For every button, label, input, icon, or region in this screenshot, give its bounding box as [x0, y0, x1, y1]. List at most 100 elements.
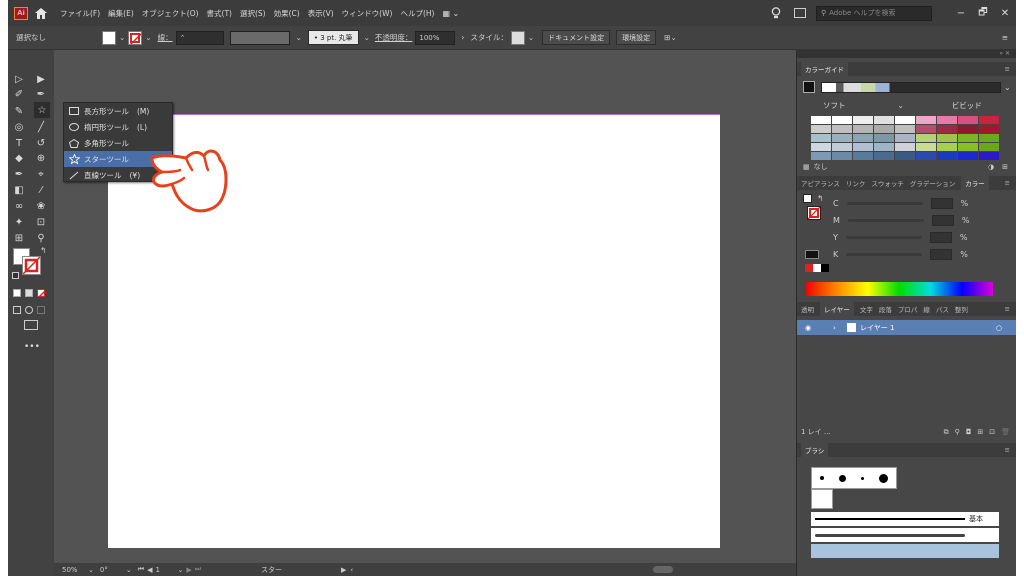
swap-colors-icon[interactable]: ↰ — [817, 194, 824, 203]
tab-stroke[interactable]: 線 — [923, 304, 930, 314]
workspace-switcher[interactable]: ▦ ⌄ — [442, 9, 459, 18]
flyout-ellipse-tool[interactable]: 楕円形ツール (L) — [64, 119, 172, 135]
close-button[interactable]: ✕ — [994, 8, 1016, 19]
current-tool-status[interactable]: スター — [261, 565, 341, 575]
variable-width-dropdown[interactable] — [229, 30, 290, 45]
star-tool-icon[interactable]: ☆ — [34, 102, 50, 118]
opacity-field[interactable]: 100% — [415, 30, 456, 45]
layer-name[interactable]: レイヤー 1 — [860, 323, 894, 333]
tab-brushes[interactable]: ブラシ — [801, 443, 829, 457]
color-fill-swatch[interactable] — [803, 194, 812, 203]
channel-slider[interactable] — [845, 236, 922, 239]
eyedropper-tool-icon[interactable]: ✒ — [12, 167, 26, 181]
tab-transparency[interactable]: 透明 — [801, 304, 814, 314]
stroke-color-swatch[interactable] — [22, 256, 41, 275]
tab-gradient[interactable]: グラデーション — [910, 178, 955, 188]
blend-tool-icon[interactable]: ∞ — [12, 199, 26, 213]
horizontal-scrollbar[interactable] — [653, 566, 674, 573]
layer-row[interactable]: ◉ › レイヤー 1 ○ — [797, 320, 1016, 335]
channel-value-field[interactable] — [931, 215, 954, 226]
slice-tool-icon[interactable]: ⊞ — [12, 231, 26, 245]
type-tool-icon[interactable]: T — [12, 136, 26, 150]
menu-object[interactable]: オブジェクト(O) — [142, 8, 199, 19]
color-stroke-swatch[interactable] — [807, 206, 821, 220]
artboard-number-field[interactable]: 1 — [155, 566, 177, 574]
brush-dot[interactable] — [819, 476, 824, 480]
tab-swatches[interactable]: スウォッチ — [871, 178, 904, 188]
chevron-right-icon[interactable]: › — [461, 33, 464, 42]
artboard-tool-icon[interactable]: ⊡ — [34, 215, 48, 229]
menu-window[interactable]: ウィンドウ(W) — [342, 8, 393, 19]
tab-paragraph[interactable]: 段落 — [879, 304, 892, 314]
target-icon[interactable]: ○ — [996, 324, 1002, 332]
menu-help[interactable]: ヘルプ(H) — [400, 8, 434, 19]
panel-menu-icon[interactable]: ≡ — [1002, 33, 1008, 42]
layers-empty-area[interactable] — [797, 335, 1016, 425]
expand-layer-icon[interactable]: › — [833, 324, 847, 332]
menu-view[interactable]: 表示(V) — [308, 8, 334, 19]
collapse-bar[interactable]: » ✕ — [797, 50, 1016, 58]
chevron-down-icon[interactable]: ⌄ — [528, 33, 534, 42]
tab-align[interactable]: 整列 — [955, 304, 968, 314]
eyedropper-icon[interactable]: ⁄ — [34, 183, 48, 197]
minimize-button[interactable]: − — [950, 8, 972, 19]
lightbulb-icon[interactable] — [768, 6, 784, 20]
selection-tool-icon[interactable]: ▷ — [12, 72, 26, 86]
export-icon[interactable]: ⧉ — [944, 428, 949, 437]
zoom-tool-icon[interactable]: ⚲ — [34, 231, 48, 245]
menu-file[interactable]: ファイル(F) — [60, 8, 100, 19]
out-of-gamut-icon[interactable] — [805, 250, 819, 259]
color-mode-fill[interactable] — [13, 289, 21, 297]
chevron-down-icon[interactable]: ⌄ — [88, 566, 94, 574]
tab-character[interactable]: 文字 — [860, 304, 873, 314]
tab-color-guide[interactable]: カラーガイド — [801, 62, 848, 76]
color-mode-none[interactable] — [37, 289, 45, 297]
brush-tool-icon[interactable]: ╱ — [34, 120, 48, 134]
eye-icon[interactable]: ◉ — [805, 324, 827, 332]
delete-layer-icon[interactable]: 🗑 — [1001, 428, 1010, 436]
flyout-rectangle-tool[interactable]: 長方形ツール (M) — [64, 103, 172, 119]
width-tool-icon[interactable]: ⊕ — [34, 151, 48, 165]
color-mode-gradient[interactable] — [25, 289, 33, 297]
tab-color[interactable]: カラー — [961, 176, 989, 190]
brush-pattern-row[interactable] — [811, 544, 999, 558]
edit-toolbar-icon[interactable]: ••• — [24, 342, 40, 352]
last-artboard-icon[interactable]: ⏭ — [195, 565, 201, 574]
chevron-down-icon[interactable]: ⌄ — [1004, 83, 1011, 92]
channel-value-field[interactable] — [930, 198, 953, 209]
direct-selection-tool-icon[interactable]: ▶ — [34, 72, 48, 86]
tab-pathfinder[interactable]: パス — [936, 304, 949, 314]
harmony-swatches[interactable] — [821, 81, 1001, 93]
pen-tool-icon[interactable]: ✒ — [34, 87, 48, 101]
draw-inside-icon[interactable] — [37, 306, 45, 314]
home-icon[interactable] — [34, 6, 48, 20]
preferences-button[interactable]: 環境設定 — [616, 30, 657, 45]
draw-behind-icon[interactable] — [25, 306, 33, 314]
brush-dots-row[interactable] — [811, 467, 897, 489]
brush-basic-row[interactable]: 基本 — [811, 512, 999, 526]
color-wheel-icon[interactable]: ◑ — [988, 163, 994, 171]
style-swatch[interactable] — [510, 30, 525, 45]
stroke-swatch[interactable] — [128, 30, 143, 45]
document-setup-button[interactable]: ドキュメント設定 — [542, 30, 611, 45]
chevron-down-icon[interactable]: ⌄ — [296, 33, 302, 42]
pin-tool-icon[interactable]: ✦ — [12, 215, 26, 229]
default-colors-icon[interactable] — [12, 272, 19, 279]
chevron-down-icon[interactable]: ⌄ — [364, 33, 370, 42]
chevron-down-icon[interactable]: ⌄ — [126, 566, 132, 574]
puppet-warp-icon[interactable]: ⌖ — [34, 167, 48, 181]
menu-edit[interactable]: 編集(E) — [108, 8, 134, 19]
new-layer-icon[interactable]: ⊡ — [989, 428, 995, 436]
zoom-field[interactable]: 50% — [62, 566, 88, 574]
spiral-icon[interactable]: ◎ — [12, 120, 26, 134]
none-white-black-row[interactable] — [805, 264, 829, 272]
channel-value-field[interactable] — [929, 232, 952, 243]
chevron-down-icon[interactable]: ⌄ — [119, 33, 125, 42]
next-artboard-icon[interactable]: ▶ — [186, 566, 191, 574]
swatch-grid-icon[interactable]: ▦ — [803, 163, 810, 171]
base-color-swatch[interactable] — [803, 81, 815, 93]
restore-button[interactable]: 🗗 — [972, 5, 994, 22]
chevron-down-icon[interactable]: ⌄ — [177, 566, 183, 574]
channel-slider[interactable] — [847, 219, 924, 222]
stroke-label[interactable]: 線： — [158, 32, 173, 43]
